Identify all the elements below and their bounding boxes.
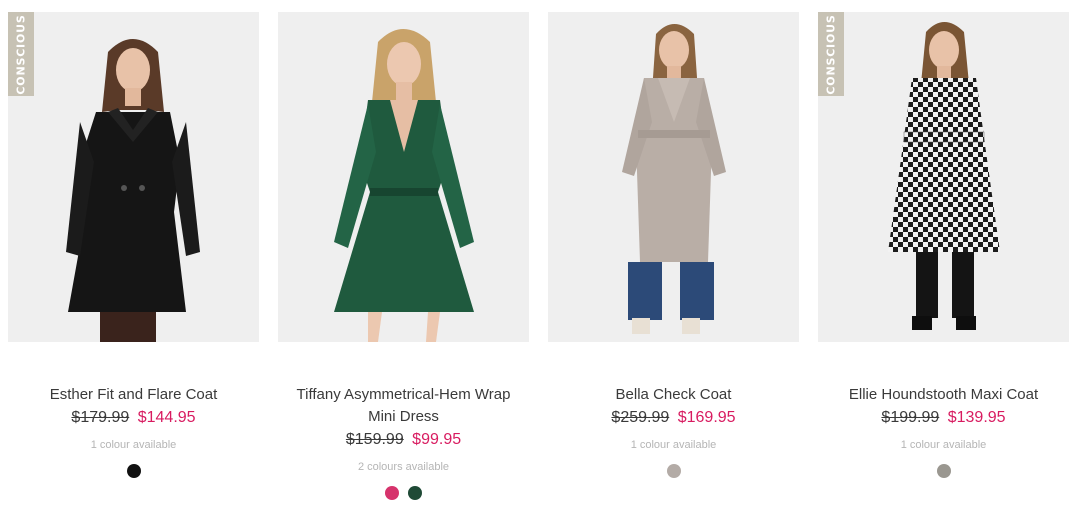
- product-grid: CONSCIOUS Esther Fit and Flare Coat $179…: [0, 0, 1080, 517]
- colours-available: 1 colour available: [630, 439, 717, 451]
- product-image[interactable]: CONSCIOUS: [8, 12, 259, 342]
- colour-swatch-black[interactable]: [126, 464, 141, 478]
- original-price: $159.99: [345, 431, 404, 448]
- sale-price: $99.95: [412, 431, 462, 448]
- colour-swatches: [278, 486, 529, 500]
- badge-label: CONSCIOUS: [824, 13, 838, 95]
- product-card: CONSCIOUS Ellie Houndstooth Maxi Coat $1…: [818, 12, 1069, 478]
- model-photo-check-coat: [548, 12, 799, 342]
- price-row: $199.99 $139.95: [818, 407, 1069, 429]
- product-image[interactable]: CONSCIOUS: [818, 12, 1069, 342]
- colour-swatches: [8, 464, 259, 478]
- colour-swatch-houndstooth[interactable]: [936, 464, 951, 478]
- colour-swatches: [548, 464, 799, 478]
- colour-swatch-grey-check[interactable]: [666, 464, 681, 478]
- product-card: CONSCIOUS Esther Fit and Flare Coat $179…: [8, 12, 259, 478]
- product-image[interactable]: [548, 12, 799, 342]
- colour-swatch-green[interactable]: [408, 486, 422, 500]
- model-photo-black-coat: [8, 12, 259, 342]
- product-card: Bella Check Coat $259.99 $169.95 1 colou…: [548, 12, 799, 478]
- product-info: Bella Check Coat $259.99 $169.95 1 colou…: [548, 342, 799, 478]
- original-price: $259.99: [611, 409, 670, 426]
- product-image[interactable]: [278, 12, 529, 342]
- original-price: $179.99: [71, 409, 130, 426]
- model-photo-houndstooth-coat: [818, 12, 1069, 342]
- product-info: Tiffany Asymmetrical-Hem Wrap Mini Dress…: [278, 342, 529, 500]
- product-name[interactable]: Tiffany Asymmetrical-Hem Wrap Mini Dress: [278, 384, 529, 428]
- badge-label: CONSCIOUS: [14, 13, 28, 95]
- original-price: $199.99: [881, 409, 940, 426]
- product-name[interactable]: Bella Check Coat: [548, 384, 799, 406]
- sale-price: $169.95: [677, 409, 736, 426]
- price-row: $159.99 $99.95: [278, 429, 529, 451]
- price-row: $259.99 $169.95: [548, 407, 799, 429]
- conscious-badge: CONSCIOUS: [8, 12, 34, 96]
- colour-swatches: [818, 464, 1069, 478]
- product-name[interactable]: Ellie Houndstooth Maxi Coat: [818, 384, 1069, 406]
- product-card: Tiffany Asymmetrical-Hem Wrap Mini Dress…: [278, 12, 529, 500]
- product-name[interactable]: Esther Fit and Flare Coat: [8, 384, 259, 406]
- colours-available: 1 colour available: [90, 439, 177, 451]
- product-info: Esther Fit and Flare Coat $179.99 $144.9…: [8, 342, 259, 478]
- colours-available: 2 colours available: [357, 461, 450, 473]
- colours-available: 1 colour available: [900, 439, 987, 451]
- sale-price: $139.95: [947, 409, 1006, 426]
- model-photo-green-dress: [278, 12, 529, 342]
- sale-price: $144.95: [137, 409, 196, 426]
- price-row: $179.99 $144.95: [8, 407, 259, 429]
- product-info: Ellie Houndstooth Maxi Coat $199.99 $139…: [818, 342, 1069, 478]
- conscious-badge: CONSCIOUS: [818, 12, 844, 96]
- colour-swatch-pink[interactable]: [385, 486, 399, 500]
